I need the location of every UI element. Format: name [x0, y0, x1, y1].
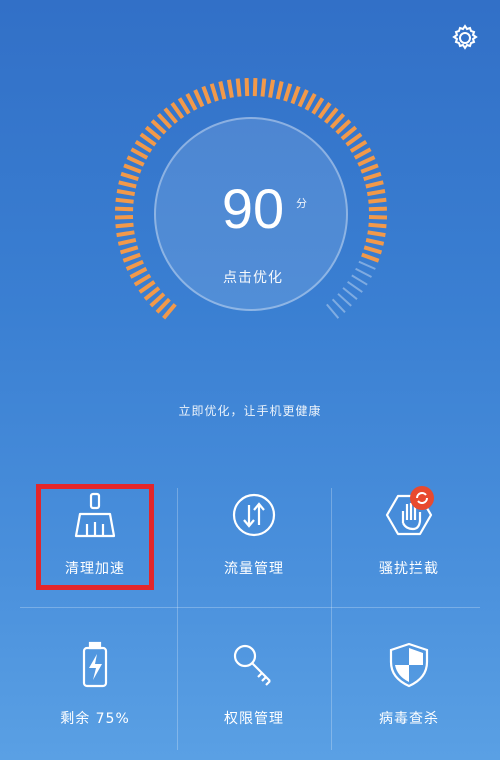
gauge-tick-filled: [144, 125, 162, 141]
gauge-tick-filled: [130, 147, 149, 160]
gauge-tick-filled: [357, 155, 376, 167]
gauge-tick-filled: [120, 171, 139, 182]
gauge-tick-filled: [345, 132, 363, 147]
gauge-tick-filled: [365, 180, 384, 189]
tool-virus-scan[interactable]: 病毒查杀: [326, 620, 492, 760]
gauge-tick-filled: [365, 237, 385, 246]
gauge-tick-filled: [149, 292, 166, 308]
gauge-tick-filled: [366, 189, 386, 197]
tool-label: 流量管理: [224, 561, 284, 577]
gauge-tick-filled: [115, 197, 134, 204]
gauge-tick-filled: [177, 97, 191, 115]
gauge-tick-filled: [133, 273, 152, 287]
gauge-tick-filled: [363, 171, 382, 182]
gauge-tick-filled: [139, 132, 157, 147]
gauge-tick-filled: [155, 297, 171, 314]
gauge-tick-filled: [122, 252, 141, 263]
gauge-tick-filled: [162, 303, 177, 320]
gauge-tick-filled: [275, 81, 284, 100]
gauge-tick-filled: [118, 180, 137, 189]
tool-label: 骚扰拦截: [379, 561, 439, 577]
gauge-tick-filled: [116, 230, 135, 238]
gauge-tick-filled: [360, 163, 379, 174]
gauge-tick-empty: [358, 260, 376, 270]
gauge-tick-filled: [218, 81, 227, 100]
tool-permission[interactable]: 权限管理: [171, 620, 337, 760]
gauge-tick-filled: [193, 89, 205, 108]
gauge-tick-filled: [123, 163, 142, 174]
gauge-tick-filled: [361, 252, 380, 263]
gauge-tick-filled: [363, 245, 383, 255]
gauge-tick-filled: [340, 125, 358, 141]
gauge-tick-empty: [342, 287, 358, 300]
gauge-tick-filled: [185, 92, 198, 111]
gauge-tick-filled: [114, 215, 134, 220]
gauge-tick-filled: [125, 259, 144, 271]
gauge-tick-filled: [290, 85, 301, 105]
gauge-tick-filled: [304, 92, 317, 111]
gauge-tick-filled: [268, 79, 276, 98]
gauge-tick-filled: [260, 78, 267, 97]
gauge-tick-filled: [170, 102, 185, 120]
gauge-tick-filled: [226, 79, 234, 98]
optimize-label: 点击优化: [223, 270, 283, 286]
gauge-tick-filled: [201, 85, 212, 105]
gauge-tick-filled: [311, 97, 325, 115]
gauge-tick-filled: [353, 147, 372, 160]
gauge-tick-filled: [283, 83, 293, 102]
tool-harassment-block[interactable]: 骚扰拦截: [326, 470, 492, 610]
gauge-tick-filled: [115, 222, 134, 229]
transfer-icon: [232, 493, 276, 537]
optimize-hint: 立即优化，让手机更健康: [178, 404, 322, 418]
gauge-tick-filled: [368, 197, 387, 204]
gauge-tick-filled: [368, 222, 387, 229]
optimize-button[interactable]: 90 分 点击优化: [154, 117, 348, 311]
tool-battery[interactable]: 剩余 75%: [12, 620, 178, 760]
tool-data-usage[interactable]: 流量管理: [171, 470, 337, 610]
gauge-tick-filled: [368, 206, 387, 212]
gauge-tick-filled: [297, 89, 309, 108]
gauge-tick-filled: [143, 286, 161, 301]
highlight-box: [36, 484, 154, 590]
gauge-tick-empty: [337, 293, 352, 307]
gauge-tick-filled: [244, 78, 250, 97]
tool-label: 剩余 75%: [60, 711, 130, 727]
gauge-tick-filled: [134, 140, 153, 153]
refresh-badge: [410, 486, 434, 510]
gauge-tick-filled: [368, 215, 388, 220]
gauge-tick-empty: [355, 267, 372, 278]
gauge-tick-filled: [235, 78, 242, 97]
gauge-tick-filled: [209, 83, 219, 102]
score-unit: 分: [296, 197, 307, 210]
gauge-tick-filled: [117, 237, 137, 246]
tool-label: 病毒查杀: [379, 711, 439, 727]
gauge-tick-empty: [331, 298, 346, 313]
gauge-tick-filled: [317, 102, 332, 120]
battery-icon: [82, 641, 108, 688]
gauge-tick-filled: [349, 140, 368, 153]
gauge-tick-filled: [129, 266, 148, 279]
refresh-icon: [416, 492, 428, 504]
shield-icon: [389, 642, 429, 688]
gauge-tick-empty: [351, 274, 368, 286]
tool-label: 权限管理: [224, 711, 284, 727]
gauge-tick-filled: [115, 206, 134, 212]
gauge-tick-filled: [138, 280, 156, 294]
key-icon: [233, 644, 271, 686]
gauge-tick-filled: [367, 230, 386, 238]
gauge-tick-filled: [126, 155, 145, 167]
gauge-tick-filled: [252, 78, 258, 97]
gauge-tick-filled: [116, 189, 136, 197]
health-score: 90: [221, 177, 285, 240]
gauge-tick-empty: [326, 303, 340, 319]
gauge-tick-filled: [119, 245, 139, 255]
